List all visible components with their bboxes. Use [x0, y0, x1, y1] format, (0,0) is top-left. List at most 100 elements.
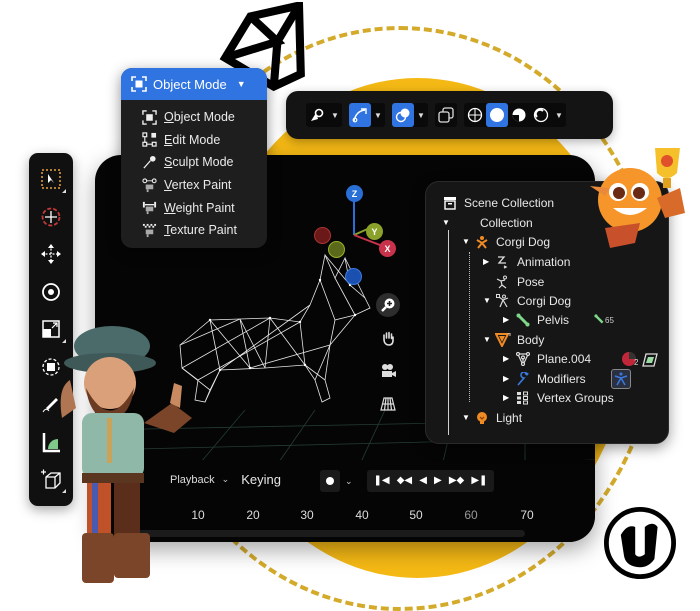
bone-icon: [515, 312, 531, 328]
mode-item-label: Object Mode: [164, 110, 235, 125]
gizmo-y-axis[interactable]: Y: [366, 223, 383, 240]
zoom-icon: [381, 298, 395, 312]
uv-map-icon: [641, 352, 658, 367]
outliner-row-animation[interactable]: ▶ Animation: [483, 252, 570, 271]
zoom-button[interactable]: [376, 293, 400, 317]
move-tool[interactable]: [36, 239, 66, 269]
frame-label: 20: [246, 508, 260, 522]
record-icon: [326, 477, 334, 485]
ortho-toggle-button[interactable]: [376, 392, 400, 416]
visibility-button[interactable]: [306, 103, 328, 127]
mode-item-texture-paint[interactable]: Texture Paint: [121, 219, 267, 242]
pan-button[interactable]: [376, 326, 400, 350]
tool-options-indicator: [62, 189, 66, 193]
unreal-logo-icon: [604, 507, 676, 579]
transport-controls: ❚◀ ◆◀ ◀ ▶ ▶◆ ▶❚: [367, 470, 494, 492]
rotate-tool[interactable]: [36, 277, 66, 307]
outliner-label: Corgi Dog: [517, 293, 572, 308]
expand-toggle-icon[interactable]: ▼: [442, 218, 454, 227]
frame-label: 50: [409, 508, 423, 522]
jump-end-icon[interactable]: ▶❚: [471, 476, 487, 486]
mode-item-label: Texture Paint: [164, 223, 237, 238]
move-icon: [41, 244, 61, 264]
mode-item-label: Edit Mode: [164, 132, 221, 147]
expand-toggle-icon[interactable]: ▼: [462, 413, 474, 422]
fish-mascot-character: [590, 148, 685, 248]
next-keyframe-icon[interactable]: ▶◆: [449, 476, 464, 486]
chevron-down-icon[interactable]: ▼: [328, 103, 342, 127]
mode-item-object[interactable]: Object Mode: [121, 106, 267, 129]
prev-keyframe-icon[interactable]: ◆◀: [397, 476, 412, 486]
outliner-label: Modifiers: [537, 371, 586, 386]
gizmo-neg-y-axis[interactable]: [328, 241, 345, 258]
expand-toggle-icon[interactable]: ▼: [462, 237, 474, 246]
mode-item-weight-paint[interactable]: Weight Paint: [121, 196, 267, 219]
outliner-row-body[interactable]: ▼ Body: [483, 330, 544, 349]
outliner-label: Plane.004: [537, 351, 592, 366]
outliner-row-pose[interactable]: Pose: [495, 272, 544, 291]
mode-dropdown-button[interactable]: Object Mode ▼: [121, 68, 267, 100]
frame-label: 30: [300, 508, 314, 522]
outliner-row-collection[interactable]: ▼ Collection: [442, 213, 533, 232]
keying-menu[interactable]: Keying: [241, 472, 281, 487]
camera-view-button[interactable]: [376, 359, 400, 383]
sculpt-mode-icon: [141, 154, 157, 170]
play-reverse-icon[interactable]: ◀: [419, 476, 427, 486]
mode-selected-label: Object Mode: [153, 76, 227, 92]
gizmo-neg-x-axis[interactable]: [314, 227, 331, 244]
outliner-row-plane[interactable]: ▶ Plane.004 2: [503, 349, 658, 368]
mode-item-sculpt[interactable]: Sculpt Mode: [121, 151, 267, 174]
outliner-row-modifiers[interactable]: ▶ Modifiers: [503, 368, 631, 389]
play-icon[interactable]: ▶: [434, 476, 442, 486]
mode-item-vertex-paint[interactable]: Vertex Paint: [121, 174, 267, 197]
overlay-toggle-button[interactable]: [392, 103, 414, 127]
record-button[interactable]: [320, 470, 340, 492]
material-badge[interactable]: 2: [621, 351, 658, 367]
gizmo-x-axis[interactable]: X: [379, 240, 396, 257]
expand-toggle-icon[interactable]: ▶: [483, 257, 495, 266]
solid-shading-button[interactable]: [486, 103, 508, 127]
chevron-down-icon[interactable]: ▼: [371, 103, 385, 127]
gizmo-neg-z-axis[interactable]: [345, 268, 362, 285]
expand-toggle-icon[interactable]: ▼: [483, 335, 495, 344]
chevron-down-icon[interactable]: ▼: [552, 103, 566, 127]
material-shading-button[interactable]: [508, 103, 530, 127]
mode-item-edit[interactable]: Edit Mode: [121, 129, 267, 152]
mode-dropdown-menu: Object Mode ▼ Object Mode Edit Mode Scul…: [121, 68, 267, 248]
xray-toggle-button[interactable]: [435, 103, 457, 127]
expand-toggle-icon[interactable]: ▶: [503, 374, 515, 383]
expand-toggle-icon[interactable]: ▶: [503, 315, 515, 324]
outliner-row-pelvis[interactable]: ▶ Pelvis 65: [503, 310, 614, 329]
camera-icon: [382, 364, 396, 377]
object-visibility-icon: [311, 108, 324, 121]
rendered-shading-button[interactable]: [530, 103, 552, 127]
gizmo-icon: [352, 108, 367, 123]
animation-icon: [495, 254, 511, 270]
outliner-label: Pose: [517, 274, 545, 289]
material-count: 2: [634, 357, 639, 367]
outliner-row-corgi-dog[interactable]: ▼ Corgi Dog: [462, 232, 550, 251]
select-box-tool[interactable]: [36, 164, 66, 194]
axis-gizmo[interactable]: Z Y X: [308, 177, 408, 285]
armature-modifier-badge[interactable]: [610, 368, 631, 389]
outliner-label: Body: [517, 332, 545, 347]
jump-start-icon[interactable]: ❚◀: [374, 476, 390, 486]
gizmo-z-axis[interactable]: Z: [346, 185, 363, 202]
gizmo-toggle-button[interactable]: [349, 103, 371, 127]
outliner-row-corgi-dog-armature[interactable]: ▼ Corgi Dog: [483, 291, 571, 310]
outliner-row-scene-collection[interactable]: Scene Collection: [442, 193, 554, 212]
outliner-row-vertex-groups[interactable]: ▶ Vertex Groups: [503, 388, 614, 407]
expand-toggle-icon[interactable]: ▶: [503, 393, 515, 402]
expand-toggle-icon[interactable]: ▶: [503, 354, 515, 363]
bone-count-badge[interactable]: 65: [594, 314, 614, 325]
chevron-down-icon[interactable]: ▼: [414, 103, 428, 127]
chevron-down-icon[interactable]: ⌄: [345, 476, 353, 487]
outliner-label: Scene Collection: [464, 195, 555, 210]
outliner-row-light[interactable]: ▼ Light: [462, 408, 522, 427]
pose-icon: [495, 274, 511, 290]
expand-toggle-icon[interactable]: ▼: [483, 296, 495, 305]
scene-collection-icon: [442, 195, 458, 211]
cursor-tool[interactable]: [36, 202, 66, 232]
wireframe-shading-button[interactable]: [464, 103, 486, 127]
chevron-down-icon[interactable]: ⌄: [222, 474, 230, 485]
